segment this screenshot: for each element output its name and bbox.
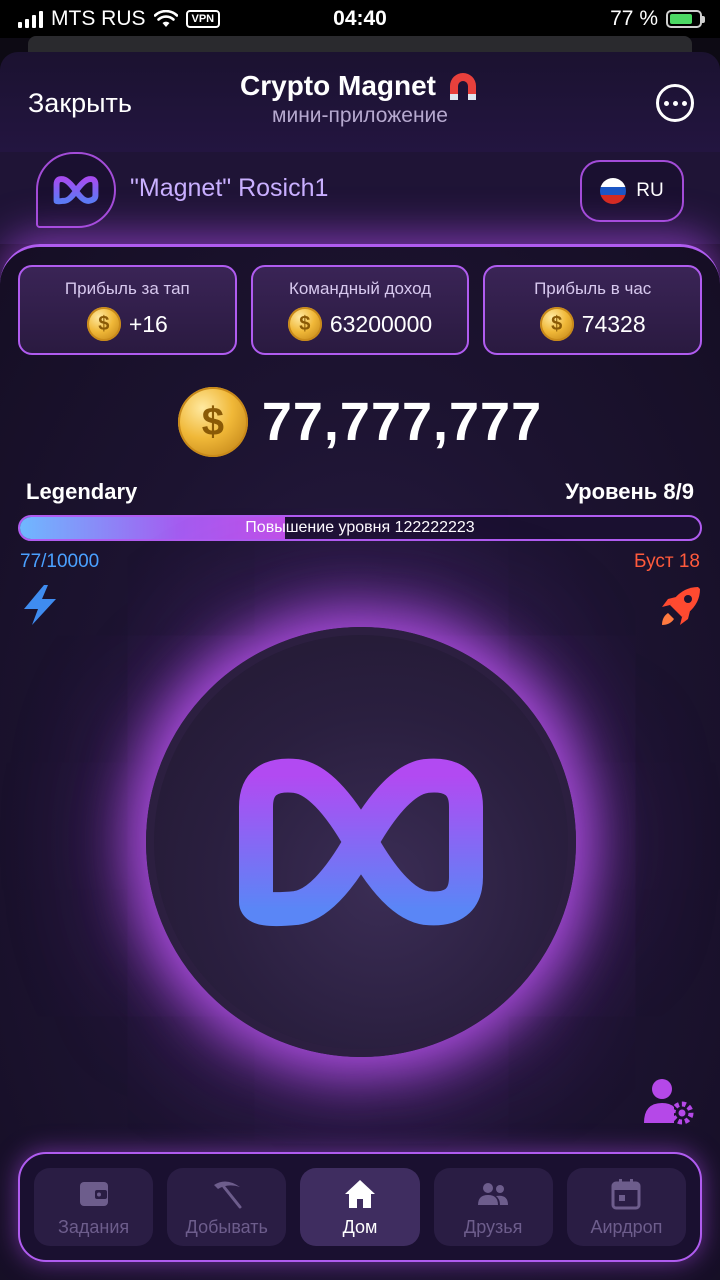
home-icon (345, 1179, 375, 1208)
app-body: "Magnet" Rosich1 RU Прибыль за тап $ +16 … (0, 152, 720, 1280)
lightning-icon[interactable] (18, 583, 62, 627)
coin-icon: $ (86, 307, 121, 341)
nav-label: Друзья (464, 1216, 523, 1237)
status-right: 77 % (610, 7, 705, 31)
stats-row: Прибыль за тап $ +16 Командный доход $632… (18, 265, 703, 355)
battery-icon (666, 10, 705, 28)
stat-hourly-profit: Прибыль в час $74328 (483, 265, 703, 355)
bottom-navigation: Задания Добывать Дом Друзья Аирдроп (18, 1152, 702, 1262)
nav-airdrop[interactable]: Аирдроп (566, 1168, 687, 1246)
boost-label: Буст 18 (634, 551, 700, 572)
stat-value: 63200000 (329, 310, 433, 337)
language-label: RU (636, 180, 664, 201)
app-title-row: Crypto Magnet (240, 70, 480, 102)
language-button[interactable]: RU (580, 160, 684, 222)
russia-flag-icon (600, 178, 627, 204)
title-block: Crypto Magnet мини-приложение (0, 70, 720, 128)
stat-label: Прибыль в час (534, 279, 652, 298)
nav-label: Добывать (185, 1216, 268, 1237)
app-title: Crypto Magnet (240, 70, 436, 101)
coin-icon: $ (287, 307, 322, 341)
coin-icon: $ (177, 387, 248, 457)
magnet-icon (450, 73, 476, 100)
battery-percent: 77 % (610, 7, 658, 30)
tap-button[interactable] (146, 627, 576, 1057)
username: "Magnet" Rosich1 (130, 174, 329, 202)
pickaxe-icon (213, 1180, 242, 1208)
status-left: MTS RUS VPN (18, 7, 221, 31)
stat-label: Командный доход (288, 279, 432, 298)
user-settings-icon[interactable] (644, 1077, 694, 1125)
app-subtitle: мини-приложение (272, 104, 448, 127)
stat-tap-profit: Прибыль за тап $ +16 (18, 265, 237, 355)
wifi-icon (153, 10, 178, 27)
status-bar: MTS RUS VPN 04:40 77 % (0, 0, 720, 38)
carrier-name: MTS RUS (51, 7, 146, 30)
avatar[interactable] (36, 152, 116, 228)
vpn-badge: VPN (185, 10, 221, 28)
nav-home[interactable]: Дом (300, 1168, 420, 1246)
progress-text: Повышение уровня 122222223 (245, 519, 475, 536)
infinity-logo-icon (239, 758, 483, 927)
main-panel: Прибыль за тап $ +16 Командный доход $632… (0, 244, 720, 1280)
nav-label: Задания (58, 1216, 130, 1237)
level-progress-bar: Повышение уровня 122222223 (18, 515, 702, 541)
stat-value: +16 (128, 310, 168, 337)
calendar-icon (611, 1178, 641, 1209)
coin-icon: $ (539, 307, 574, 341)
nav-tasks[interactable]: Задания (34, 1168, 154, 1246)
nav-mine[interactable]: Добывать (167, 1168, 287, 1246)
rank-label: Legendary (26, 479, 138, 504)
stat-label: Прибыль за тап (64, 279, 190, 298)
sheet-background (28, 36, 692, 52)
stat-team-income: Командный доход $63200000 (250, 265, 470, 355)
friends-icon (478, 1182, 509, 1205)
more-options-button[interactable] (656, 84, 694, 122)
nav-label: Аирдроп (590, 1216, 663, 1237)
profile-bar: "Magnet" Rosich1 RU (0, 152, 720, 244)
miniapp-header: Закрыть Crypto Magnet мини-приложение (0, 52, 720, 152)
nav-friends[interactable]: Друзья (433, 1168, 553, 1246)
level-label: Уровень 8/9 (565, 479, 694, 504)
nav-label: Дом (342, 1216, 378, 1237)
energy-counter: 77/10000 (20, 551, 100, 572)
rocket-icon[interactable] (658, 583, 704, 629)
balance-value: 77,777,777 (261, 392, 543, 452)
signal-icon (18, 10, 43, 28)
balance: $ 77,777,777 (0, 387, 720, 457)
stat-value: 74328 (581, 310, 646, 337)
wallet-icon (79, 1181, 108, 1206)
magnet-logo-icon (53, 176, 99, 205)
